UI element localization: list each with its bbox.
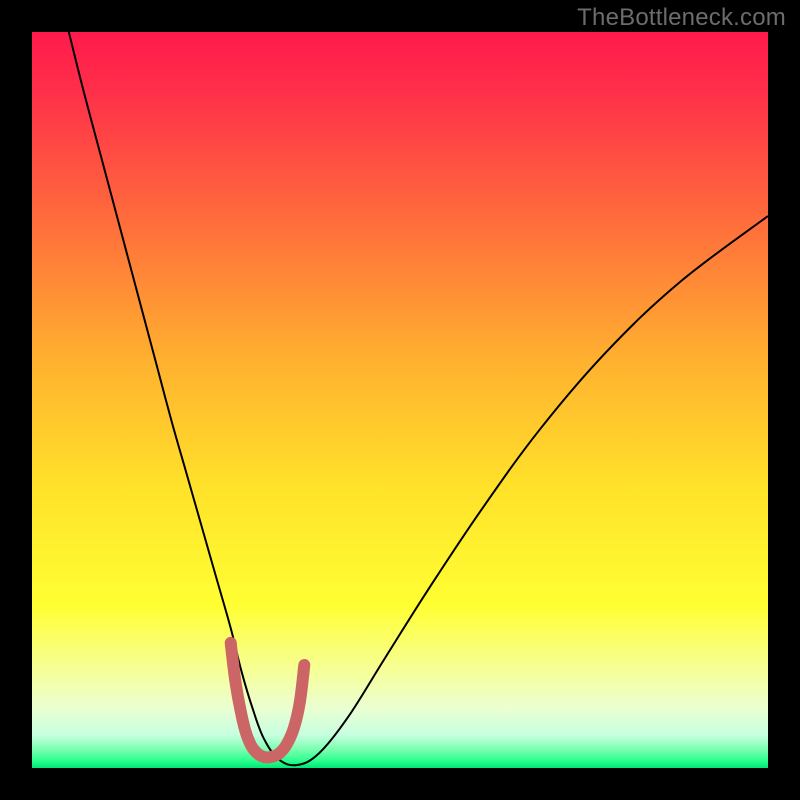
series-sweet-spot-marker	[231, 643, 305, 758]
watermark-text: TheBottleneck.com	[577, 4, 786, 32]
plot-area	[32, 32, 768, 768]
chart-curves	[32, 32, 768, 768]
chart-frame: TheBottleneck.com	[0, 0, 800, 800]
series-bottleneck-curve	[69, 32, 768, 765]
